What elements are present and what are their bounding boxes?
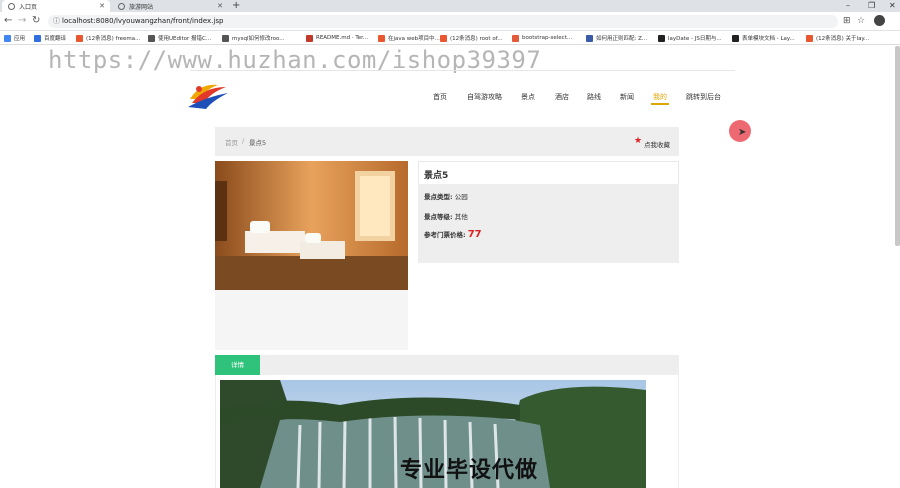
favorite-button[interactable]: 点我收藏 bbox=[644, 139, 670, 149]
browser-tab-strip: 入口页 ✕ 旅游网站 ✕ + – ❐ ✕ bbox=[0, 0, 900, 12]
bookmark-label: (12条消息) 关于lay... bbox=[816, 36, 870, 42]
nav-item[interactable]: 酒店 bbox=[555, 92, 569, 102]
spot-level-label: 景点等级: bbox=[424, 213, 453, 221]
spot-level-value: 其他 bbox=[454, 213, 468, 221]
bookmark-item[interactable]: layDate - JS日期与... bbox=[658, 31, 722, 45]
bookmark-favicon-icon bbox=[512, 34, 519, 42]
close-icon[interactable]: ✕ bbox=[99, 2, 105, 10]
bookmark-item[interactable]: 在java web项目中... bbox=[378, 31, 440, 45]
bookmark-label: 如何用正则匹配: Z... bbox=[596, 36, 648, 42]
bookmark-label: README.md · Ter... bbox=[316, 35, 369, 41]
browser-tab[interactable]: 旅游网站 ✕ bbox=[112, 0, 228, 12]
bookmark-item[interactable]: bootstrap-select... bbox=[512, 31, 572, 45]
bookmark-label: 在java web项目中... bbox=[388, 36, 440, 42]
mouse-pointer-icon: ➤ bbox=[738, 127, 747, 138]
profile-avatar[interactable] bbox=[874, 15, 885, 26]
bookmark-favicon-icon bbox=[222, 34, 229, 42]
bookmark-item[interactable]: 使用UEditor 报错C... bbox=[148, 31, 211, 45]
bookmark-label: 应用 bbox=[14, 36, 26, 42]
browser-tab-active[interactable]: 入口页 ✕ bbox=[2, 0, 110, 12]
bookmarks-bar: 应用 百度翻译 (12条消息) freema... 使用UEditor 报错C... m… bbox=[0, 31, 900, 45]
breadcrumb-current: 景点5 bbox=[249, 139, 267, 147]
translate-icon[interactable]: ⊞ bbox=[843, 16, 851, 26]
spot-level-row: 景点等级: 其他 bbox=[424, 211, 468, 221]
bookmark-favicon-icon bbox=[4, 34, 11, 42]
bookmark-label: 表单模块文档 - Lay... bbox=[742, 36, 795, 42]
new-tab-icon[interactable]: + bbox=[232, 0, 240, 12]
url-text: localhost:8080/lvyouwangzhan/front/index… bbox=[62, 17, 224, 25]
star-icon[interactable]: ★ bbox=[634, 136, 642, 146]
bookmark-favicon-icon bbox=[658, 34, 665, 42]
breadcrumb-home[interactable]: 首页 bbox=[225, 137, 238, 147]
tab-title: 旅游网站 bbox=[129, 3, 154, 11]
bookmark-star-icon[interactable]: ☆ bbox=[857, 16, 865, 26]
bookmark-item[interactable]: 应用 bbox=[4, 31, 25, 45]
nav-item[interactable]: 跳转到后台 bbox=[686, 92, 721, 102]
bookmark-label: 百度翻译 bbox=[44, 36, 67, 42]
nav-item[interactable]: 自驾游攻略 bbox=[467, 92, 502, 102]
spot-type-label: 景点类型: bbox=[424, 193, 453, 201]
tab-title: 入口页 bbox=[19, 3, 38, 11]
bookmark-item[interactable]: README.md · Ter... bbox=[306, 31, 368, 45]
spot-type-value: 公园 bbox=[454, 193, 468, 201]
page-scrollbar[interactable] bbox=[895, 46, 900, 246]
spot-photo bbox=[215, 161, 408, 290]
bookmark-label: 使用UEditor 报错C... bbox=[158, 36, 212, 42]
nav-item[interactable]: 景点 bbox=[521, 92, 535, 102]
breadcrumb-bar bbox=[215, 127, 679, 156]
detail-overlay-caption: 专业毕设代做 bbox=[400, 458, 539, 483]
bookmark-favicon-icon bbox=[148, 34, 155, 42]
close-icon[interactable]: ✕ bbox=[217, 2, 223, 10]
nav-item[interactable]: 路线 bbox=[587, 92, 601, 102]
url-bar[interactable]: ⓘ localhost:8080/lvyouwangzhan/front/ind… bbox=[48, 15, 838, 28]
spot-title: 景点5 bbox=[424, 171, 449, 181]
restore-icon[interactable]: ❐ bbox=[868, 0, 875, 12]
window-close-icon[interactable]: ✕ bbox=[889, 0, 896, 12]
info-icon[interactable]: ⓘ bbox=[53, 15, 60, 28]
spot-price-row: 参考门票价格: 77 bbox=[424, 229, 482, 240]
nav-item[interactable]: 首页 bbox=[433, 92, 447, 102]
bookmark-label: layDate - JS日期与... bbox=[668, 36, 722, 42]
site-logo[interactable] bbox=[186, 77, 230, 111]
bookmark-favicon-icon bbox=[76, 34, 83, 42]
spot-price-value: 77 bbox=[467, 229, 482, 240]
bookmark-label: mysql如何修改roo... bbox=[232, 36, 285, 42]
bookmark-label: bootstrap-select... bbox=[522, 35, 573, 41]
bookmark-item[interactable]: mysql如何修改roo... bbox=[222, 31, 285, 45]
breadcrumb-separator: / bbox=[242, 137, 245, 145]
bookmark-label: (12条消息) freema... bbox=[86, 36, 141, 42]
bookmark-favicon-icon bbox=[34, 34, 41, 42]
bookmark-favicon-icon bbox=[440, 34, 447, 42]
globe-icon bbox=[118, 2, 125, 10]
forward-arrow-icon[interactable]: → bbox=[18, 15, 26, 26]
reload-icon[interactable]: ↻ bbox=[32, 15, 40, 26]
minimize-icon[interactable]: – bbox=[846, 0, 850, 12]
back-arrow-icon[interactable]: ← bbox=[4, 15, 12, 26]
detail-tab-bar bbox=[215, 355, 679, 375]
nav-item[interactable]: 新闻 bbox=[620, 92, 634, 102]
tab-detail[interactable]: 详情 bbox=[215, 355, 260, 375]
bookmark-item[interactable]: 如何用正则匹配: Z... bbox=[586, 31, 647, 45]
bookmark-favicon-icon bbox=[378, 34, 385, 42]
bookmark-favicon-icon bbox=[732, 34, 739, 42]
bookmark-item[interactable]: 百度翻译 bbox=[34, 31, 66, 45]
globe-icon bbox=[8, 2, 15, 10]
spot-type-row: 景点类型: 公园 bbox=[424, 191, 468, 201]
address-toolbar: ← → ↻ ⓘ localhost:8080/lvyouwangzhan/fro… bbox=[0, 12, 900, 31]
header-divider bbox=[190, 70, 735, 71]
bookmark-favicon-icon bbox=[806, 34, 813, 42]
bookmark-item[interactable]: (12条消息) root of... bbox=[440, 31, 502, 45]
nav-item[interactable]: 我的 bbox=[651, 92, 669, 105]
bookmark-item[interactable]: (12条消息) freema... bbox=[76, 31, 140, 45]
bookmark-item[interactable]: 表单模块文档 - Lay... bbox=[732, 31, 795, 45]
bookmark-label: (12条消息) root of... bbox=[450, 36, 503, 42]
bookmark-favicon-icon bbox=[306, 34, 313, 42]
bookmark-favicon-icon bbox=[586, 34, 593, 42]
spot-price-label: 参考门票价格: bbox=[424, 231, 466, 239]
bookmark-item[interactable]: (12条消息) 关于lay... bbox=[806, 31, 869, 45]
